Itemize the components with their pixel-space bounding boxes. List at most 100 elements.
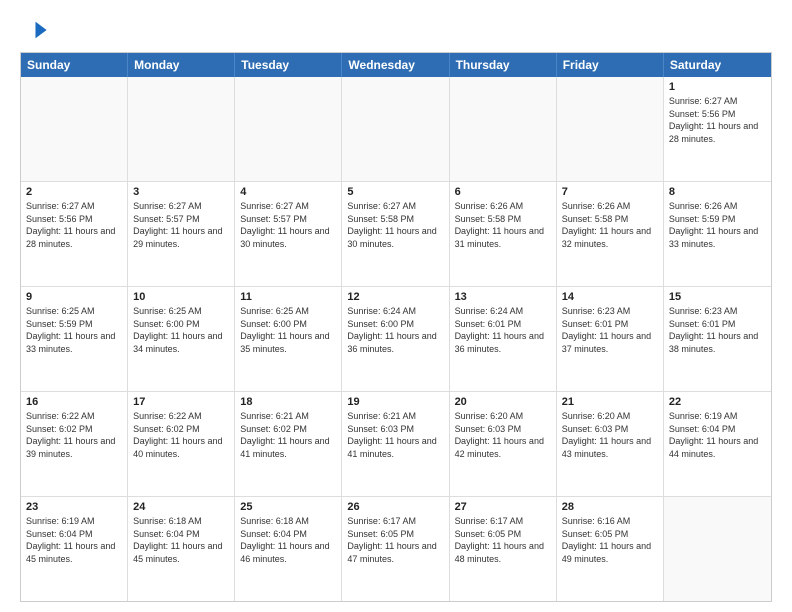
day-cell-12: 12Sunrise: 6:24 AM Sunset: 6:00 PM Dayli… [342, 287, 449, 391]
day-info: Sunrise: 6:27 AM Sunset: 5:56 PM Dayligh… [26, 200, 122, 250]
day-cell-9: 9 Sunrise: 6:25 AM Sunset: 5:59 PM Daylig… [21, 287, 128, 391]
day-number: 25 [240, 501, 336, 513]
day-number: 14 [562, 291, 658, 303]
day-cell-3: 3 Sunrise: 6:27 AM Sunset: 5:57 PM Daylig… [128, 182, 235, 286]
day-info: Sunrise: 6:23 AM Sunset: 6:01 PM Dayligh… [669, 305, 766, 355]
day-cell-19: 19 Sunrise: 6:21 AM Sunset: 6:03 PM Dayli… [342, 392, 449, 496]
calendar: SundayMondayTuesdayWednesdayThursdayFrid… [20, 52, 772, 602]
empty-cell [21, 77, 128, 181]
day-number: 26 [347, 501, 443, 513]
day-cell-20: 20 Sunrise: 6:20 AM Sunset: 6:03 PM Dayli… [450, 392, 557, 496]
day-info: Sunrise: 6:26 AM Sunset: 5:58 PM Dayligh… [562, 200, 658, 250]
day-cell-8: 8Sunrise: 6:26 AM Sunset: 5:59 PM Daylig… [664, 182, 771, 286]
day-info: Sunrise: 6:18 AM Sunset: 6:04 PM Dayligh… [240, 515, 336, 565]
day-cell-28: 28 Sunrise: 6:16 AM Sunset: 6:05 PM Dayli… [557, 497, 664, 601]
day-cell-1: 1Sunrise: 6:27 AM Sunset: 5:56 PM Daylig… [664, 77, 771, 181]
day-cell-27: 27 Sunrise: 6:17 AM Sunset: 6:05 PM Dayli… [450, 497, 557, 601]
day-cell-14: 14 Sunrise: 6:23 AM Sunset: 6:01 PM Dayli… [557, 287, 664, 391]
day-cell-24: 24Sunrise: 6:18 AM Sunset: 6:04 PM Dayli… [128, 497, 235, 601]
day-info: Sunrise: 6:25 AM Sunset: 6:00 PM Dayligh… [240, 305, 336, 355]
day-number: 12 [347, 291, 443, 303]
day-cell-23: 23 Sunrise: 6:19 AM Sunset: 6:04 PM Dayli… [21, 497, 128, 601]
day-info: Sunrise: 6:22 AM Sunset: 6:02 PM Dayligh… [133, 410, 229, 460]
day-cell-13: 13 Sunrise: 6:24 AM Sunset: 6:01 PM Dayli… [450, 287, 557, 391]
day-number: 15 [669, 291, 766, 303]
day-number: 7 [562, 186, 658, 198]
week-row-2: 2 Sunrise: 6:27 AM Sunset: 5:56 PM Daylig… [21, 182, 771, 287]
day-number: 4 [240, 186, 336, 198]
day-cell-25: 25 Sunrise: 6:18 AM Sunset: 6:04 PM Dayli… [235, 497, 342, 601]
day-number: 5 [347, 186, 443, 198]
day-info: Sunrise: 6:25 AM Sunset: 5:59 PM Dayligh… [26, 305, 122, 355]
week-row-4: 16 Sunrise: 6:22 AM Sunset: 6:02 PM Dayli… [21, 392, 771, 497]
col-header-monday: Monday [128, 53, 235, 77]
day-number: 16 [26, 396, 122, 408]
col-header-thursday: Thursday [450, 53, 557, 77]
day-info: Sunrise: 6:16 AM Sunset: 6:05 PM Dayligh… [562, 515, 658, 565]
day-number: 19 [347, 396, 443, 408]
week-row-3: 9 Sunrise: 6:25 AM Sunset: 5:59 PM Daylig… [21, 287, 771, 392]
day-number: 8 [669, 186, 766, 198]
day-info: Sunrise: 6:21 AM Sunset: 6:03 PM Dayligh… [347, 410, 443, 460]
day-number: 23 [26, 501, 122, 513]
day-info: Sunrise: 6:24 AM Sunset: 6:01 PM Dayligh… [455, 305, 551, 355]
day-number: 11 [240, 291, 336, 303]
empty-cell [128, 77, 235, 181]
day-info: Sunrise: 6:17 AM Sunset: 6:05 PM Dayligh… [347, 515, 443, 565]
day-cell-4: 4Sunrise: 6:27 AM Sunset: 5:57 PM Daylig… [235, 182, 342, 286]
col-header-friday: Friday [557, 53, 664, 77]
day-info: Sunrise: 6:19 AM Sunset: 6:04 PM Dayligh… [669, 410, 766, 460]
week-row-5: 23 Sunrise: 6:19 AM Sunset: 6:04 PM Dayli… [21, 497, 771, 601]
day-cell-5: 5 Sunrise: 6:27 AM Sunset: 5:58 PM Daylig… [342, 182, 449, 286]
day-number: 2 [26, 186, 122, 198]
day-number: 17 [133, 396, 229, 408]
empty-cell [450, 77, 557, 181]
day-cell-15: 15 Sunrise: 6:23 AM Sunset: 6:01 PM Dayli… [664, 287, 771, 391]
day-info: Sunrise: 6:20 AM Sunset: 6:03 PM Dayligh… [562, 410, 658, 460]
day-cell-2: 2 Sunrise: 6:27 AM Sunset: 5:56 PM Daylig… [21, 182, 128, 286]
day-number: 3 [133, 186, 229, 198]
empty-cell [664, 497, 771, 601]
day-cell-10: 10 Sunrise: 6:25 AM Sunset: 6:00 PM Dayli… [128, 287, 235, 391]
day-number: 9 [26, 291, 122, 303]
day-number: 21 [562, 396, 658, 408]
day-cell-16: 16 Sunrise: 6:22 AM Sunset: 6:02 PM Dayli… [21, 392, 128, 496]
day-info: Sunrise: 6:19 AM Sunset: 6:04 PM Dayligh… [26, 515, 122, 565]
logo [20, 16, 52, 44]
day-number: 13 [455, 291, 551, 303]
day-cell-11: 11 Sunrise: 6:25 AM Sunset: 6:00 PM Dayli… [235, 287, 342, 391]
day-cell-17: 17 Sunrise: 6:22 AM Sunset: 6:02 PM Dayli… [128, 392, 235, 496]
day-cell-18: 18Sunrise: 6:21 AM Sunset: 6:02 PM Dayli… [235, 392, 342, 496]
day-number: 24 [133, 501, 229, 513]
day-info: Sunrise: 6:27 AM Sunset: 5:56 PM Dayligh… [669, 95, 766, 145]
day-cell-26: 26 Sunrise: 6:17 AM Sunset: 6:05 PM Dayli… [342, 497, 449, 601]
col-header-tuesday: Tuesday [235, 53, 342, 77]
day-info: Sunrise: 6:17 AM Sunset: 6:05 PM Dayligh… [455, 515, 551, 565]
day-info: Sunrise: 6:27 AM Sunset: 5:58 PM Dayligh… [347, 200, 443, 250]
day-number: 28 [562, 501, 658, 513]
empty-cell [342, 77, 449, 181]
day-cell-7: 7 Sunrise: 6:26 AM Sunset: 5:58 PM Daylig… [557, 182, 664, 286]
day-number: 22 [669, 396, 766, 408]
day-info: Sunrise: 6:22 AM Sunset: 6:02 PM Dayligh… [26, 410, 122, 460]
col-header-wednesday: Wednesday [342, 53, 449, 77]
day-number: 18 [240, 396, 336, 408]
day-cell-22: 22 Sunrise: 6:19 AM Sunset: 6:04 PM Dayli… [664, 392, 771, 496]
calendar-body: 1Sunrise: 6:27 AM Sunset: 5:56 PM Daylig… [21, 77, 771, 601]
calendar-header: SundayMondayTuesdayWednesdayThursdayFrid… [21, 53, 771, 77]
day-number: 10 [133, 291, 229, 303]
day-info: Sunrise: 6:20 AM Sunset: 6:03 PM Dayligh… [455, 410, 551, 460]
col-header-saturday: Saturday [664, 53, 771, 77]
page: SundayMondayTuesdayWednesdayThursdayFrid… [0, 0, 792, 612]
week-row-1: 1Sunrise: 6:27 AM Sunset: 5:56 PM Daylig… [21, 77, 771, 182]
day-cell-6: 6Sunrise: 6:26 AM Sunset: 5:58 PM Daylig… [450, 182, 557, 286]
day-number: 27 [455, 501, 551, 513]
logo-icon [20, 16, 48, 44]
day-number: 20 [455, 396, 551, 408]
day-info: Sunrise: 6:23 AM Sunset: 6:01 PM Dayligh… [562, 305, 658, 355]
empty-cell [557, 77, 664, 181]
day-info: Sunrise: 6:27 AM Sunset: 5:57 PM Dayligh… [133, 200, 229, 250]
day-info: Sunrise: 6:26 AM Sunset: 5:58 PM Dayligh… [455, 200, 551, 250]
day-cell-21: 21 Sunrise: 6:20 AM Sunset: 6:03 PM Dayli… [557, 392, 664, 496]
day-info: Sunrise: 6:25 AM Sunset: 6:00 PM Dayligh… [133, 305, 229, 355]
